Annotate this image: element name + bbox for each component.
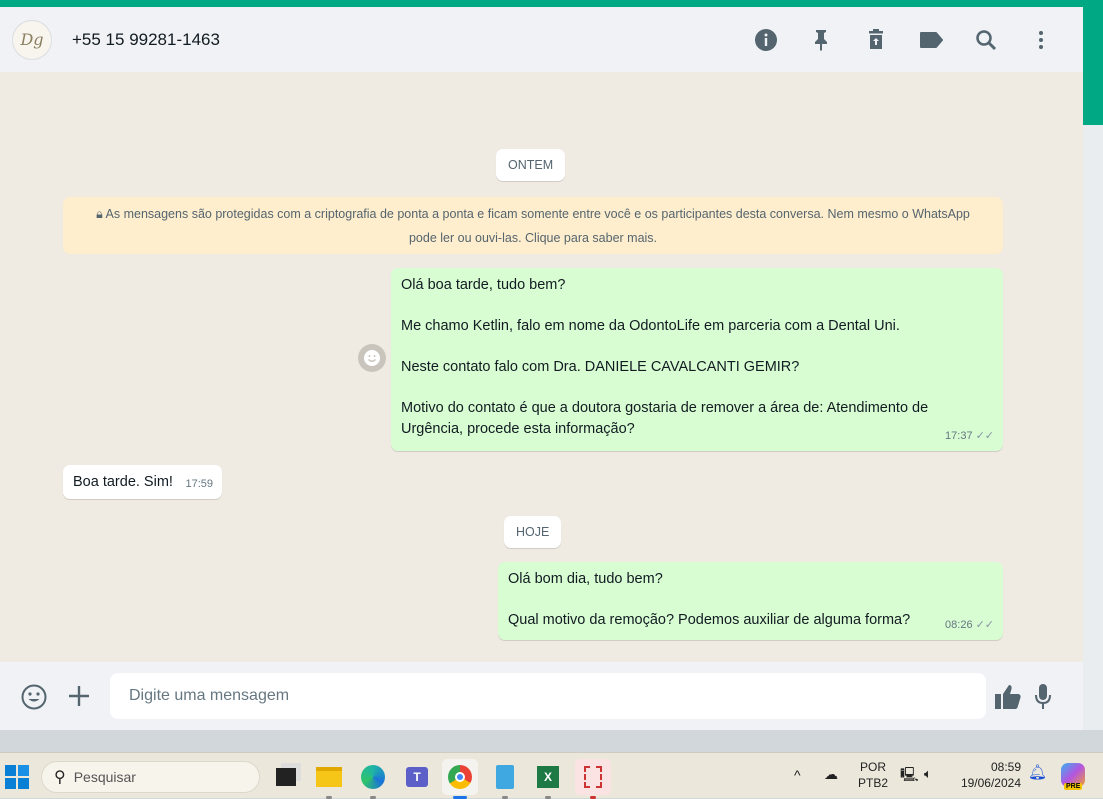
copilot-icon[interactable]: PRE: [1061, 763, 1085, 790]
message-time: 08:26: [945, 618, 973, 631]
edge-icon[interactable]: [355, 759, 391, 799]
microphone-icon[interactable]: [1034, 683, 1052, 716]
taskbar-search[interactable]: ⚲ Pesquisar: [41, 761, 260, 793]
message-outgoing[interactable]: Olá boa tarde, tudo bem? Me chamo Ketlin…: [391, 268, 1003, 451]
emoji-icon[interactable]: [21, 684, 47, 715]
keyboard-layout: PTB2: [858, 776, 889, 790]
notepad-icon[interactable]: [487, 759, 523, 799]
message-text: Qual motivo da remoção? Podemos auxiliar…: [508, 612, 911, 628]
clock-time: 08:59: [990, 760, 1021, 774]
window-accent-strip: [1083, 7, 1103, 125]
message-time: 17:59: [185, 477, 213, 490]
clock[interactable]: 08:59 19/06/2024: [955, 759, 1021, 791]
message-text: Neste contato falo com Dra. DANIELE CAVA…: [401, 359, 800, 375]
window-background: [1083, 125, 1103, 730]
avatar-logo-text: Dg: [20, 30, 44, 49]
message-text: Motivo do contato é que a doutora gostar…: [401, 400, 929, 437]
windows-taskbar: ⚲ Pesquisar T X ^ ☁ POR PTB2 🖳︎ 🔈︎ 08:59 1…: [0, 752, 1103, 799]
encryption-notice[interactable]: 🔒︎ As mensagens são protegidas com a cri…: [63, 197, 1003, 254]
date-chip-yesterday: ONTEM: [496, 149, 566, 181]
contact-avatar[interactable]: Dg: [12, 19, 52, 60]
chat-area[interactable]: ONTEM 🔒︎ As mensagens são protegidas com…: [0, 72, 1083, 662]
teams-icon[interactable]: T: [399, 759, 435, 795]
composer-bar: [0, 662, 1083, 730]
clock-date: 19/06/2024: [960, 776, 1021, 790]
search-label: Pesquisar: [73, 769, 136, 785]
message-text: Olá bom dia, tudo bem?: [508, 571, 663, 587]
language-code: POR: [860, 760, 887, 774]
message-outgoing[interactable]: Olá bom dia, tudo bem? Qual motivo da re…: [498, 562, 1003, 640]
task-view-icon[interactable]: [268, 759, 304, 795]
snipping-tool-icon[interactable]: [575, 759, 611, 799]
date-chip-today: HOJE: [504, 516, 562, 548]
lock-icon: 🔒︎: [96, 207, 106, 221]
react-emoji-button[interactable]: [358, 344, 386, 372]
search-icon: ⚲: [54, 769, 66, 786]
excel-icon[interactable]: X: [530, 759, 566, 799]
show-hidden-icons-icon[interactable]: ^: [794, 767, 801, 783]
windows-start-icon[interactable]: [5, 765, 29, 794]
pin-icon[interactable]: [807, 26, 835, 54]
language-indicator[interactable]: POR PTB2: [858, 759, 888, 791]
double-check-icon: ✓✓: [975, 618, 994, 631]
network-icon[interactable]: 🖳︎: [900, 766, 919, 782]
more-options-icon[interactable]: [1027, 26, 1055, 54]
file-explorer-icon[interactable]: [311, 759, 347, 799]
copilot-badge: PRE: [1064, 783, 1083, 790]
attach-plus-icon[interactable]: [68, 685, 90, 712]
onedrive-offline-icon[interactable]: ☁: [824, 766, 838, 782]
notification-bell-icon[interactable]: 🔔︎: [1028, 765, 1047, 781]
chat-header[interactable]: Dg +55 15 99281-1463: [0, 7, 1083, 72]
search-icon[interactable]: [972, 26, 1000, 54]
message-text: Olá boa tarde, tudo bem?: [401, 277, 566, 293]
volume-icon[interactable]: 🔈︎: [924, 766, 932, 782]
message-time: 17:37: [945, 429, 973, 442]
message-input[interactable]: [110, 673, 986, 719]
contact-name[interactable]: +55 15 99281-1463: [72, 30, 220, 50]
message-incoming[interactable]: Boa tarde. Sim! 17:59: [63, 465, 222, 499]
double-check-icon: ✓✓: [975, 429, 994, 442]
info-icon[interactable]: [752, 26, 780, 54]
label-icon[interactable]: [917, 26, 945, 54]
top-accent-bar: [0, 0, 1103, 7]
message-text: Me chamo Ketlin, falo em nome da OdontoL…: [401, 318, 900, 334]
thumbs-up-icon[interactable]: [994, 684, 1022, 715]
chrome-icon[interactable]: [442, 759, 478, 799]
delete-icon[interactable]: [862, 26, 890, 54]
